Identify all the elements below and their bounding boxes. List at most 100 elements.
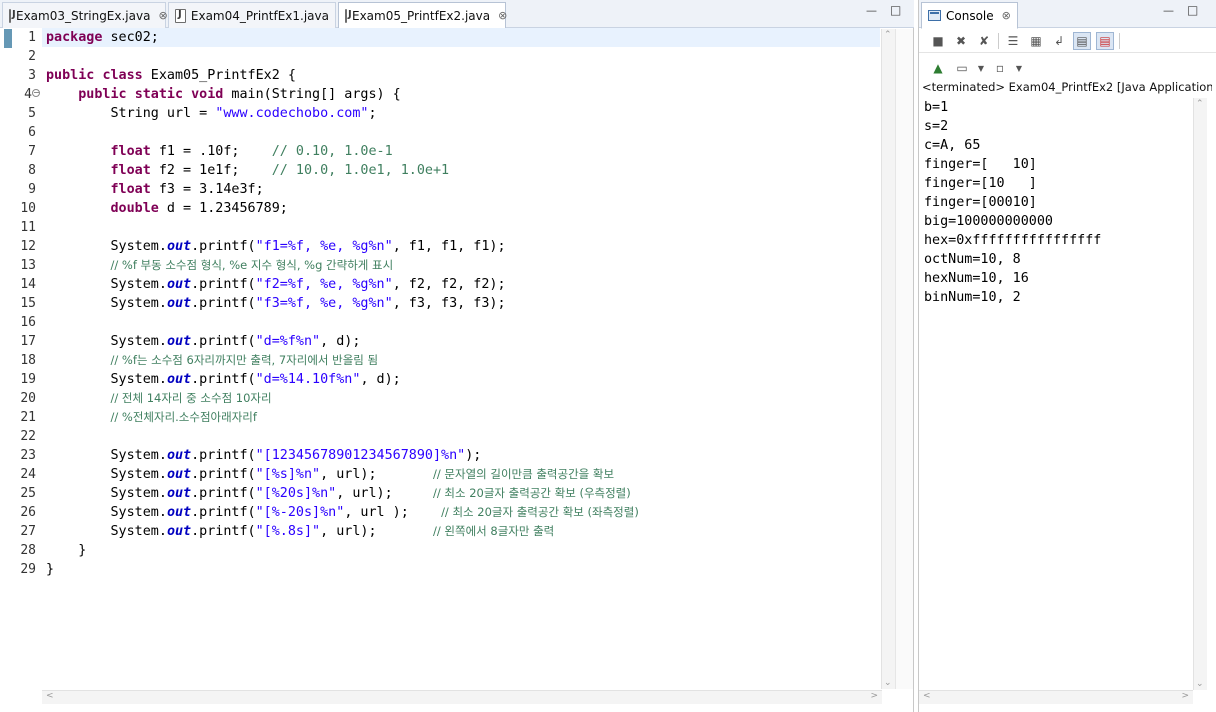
scroll-down-icon[interactable]: ⌄ <box>884 678 892 688</box>
tab-exam04[interactable]: Exam04_PrintfEx1.java <box>168 2 336 28</box>
code-line-1[interactable]: package sec02; <box>46 28 882 47</box>
line-number: 7 <box>28 144 36 159</box>
code-line-17[interactable]: System.out.printf("d=%f%n", d); <box>46 332 882 351</box>
code-editor[interactable]: package sec02; public class Exam05_Print… <box>46 28 882 579</box>
code-line-27[interactable]: System.out.printf("[%.8s]", url); // 왼쪽에… <box>46 522 882 541</box>
line-number: 21 <box>20 410 36 425</box>
chevron-down-icon[interactable]: ▼ <box>977 59 985 77</box>
code-line-23[interactable]: System.out.printf("[12345678901234567890… <box>46 446 882 465</box>
scroll-up-icon[interactable]: ⌃ <box>1196 99 1204 109</box>
code-line-24[interactable]: System.out.printf("[%s]%n", url); // 문자열… <box>46 465 882 484</box>
remove-launch-icon[interactable]: ✖ <box>952 32 970 50</box>
code-line-26[interactable]: System.out.printf("[%-20s]%n", url ); //… <box>46 503 882 522</box>
close-icon[interactable]: ⊗ <box>498 9 507 22</box>
tab-exam05[interactable]: Exam05_PrintfEx2.java ⊗ <box>338 2 507 29</box>
code-line-22[interactable] <box>46 427 882 446</box>
line-number: 6 <box>28 125 36 140</box>
editor-horizontal-scrollbar[interactable]: < > <box>42 690 882 704</box>
fold-collapse-icon[interactable]: − <box>32 89 40 97</box>
editor-tab-bar: Exam03_StringEx.java ⊗ Exam04_PrintfEx1.… <box>0 0 914 29</box>
console-line: b=1 <box>924 100 949 115</box>
display-selected-console-icon[interactable]: ▭ <box>953 59 971 77</box>
console-line: c=A, 65 <box>924 138 981 153</box>
close-icon[interactable]: ⊗ <box>1002 9 1011 22</box>
clear-console-icon[interactable]: ☰ <box>1004 32 1022 50</box>
code-line-13[interactable]: // %f 부동 소수점 형식, %e 지수 형식, %g 간략하게 표시 <box>46 256 882 275</box>
console-line: finger=[ 10] <box>924 157 1037 172</box>
toolbar-separator <box>998 32 999 49</box>
line-number-gutter: 1 2 3 4 5 6 7 8 9 10 11 12 13 14 15 16 1… <box>0 28 36 579</box>
close-icon[interactable]: ⊗ <box>158 9 167 22</box>
line-number: 9 <box>28 182 36 197</box>
line-number: 28 <box>20 543 36 558</box>
code-line-9[interactable]: float f3 = 3.14e3f; <box>46 180 882 199</box>
show-on-stderr-icon[interactable]: ▤ <box>1096 31 1114 50</box>
console-line: hexNum=10, 16 <box>924 271 1029 286</box>
line-number: 27 <box>20 524 36 539</box>
code-line-5[interactable]: String url = "www.codechobo.com"; <box>46 104 882 123</box>
line-number: 14 <box>20 277 36 292</box>
code-line-12[interactable]: System.out.printf("f1=%f, %e, %g%n", f1,… <box>46 237 882 256</box>
line-number: 20 <box>20 391 36 406</box>
show-on-stdout-icon[interactable]: ▤ <box>1073 31 1091 50</box>
line-number: 23 <box>20 448 36 463</box>
java-file-icon <box>9 8 16 23</box>
minimize-icon[interactable]: — <box>1163 4 1174 17</box>
code-line-20[interactable]: // 전체 14자리 중 소수점 10자리 <box>46 389 882 408</box>
console-toolbar-2: ▲ ▭ ▼ ▫ ▼ <box>919 56 1216 80</box>
chevron-down-icon[interactable]: ▼ <box>1015 59 1023 77</box>
code-line-4[interactable]: public static void main(String[] args) { <box>46 85 882 104</box>
line-number: 26 <box>20 505 36 520</box>
console-horizontal-scrollbar[interactable]: < > <box>919 690 1193 704</box>
code-line-16[interactable] <box>46 313 882 332</box>
editor-vertical-scrollbar[interactable]: ⌃ ⌄ <box>881 29 895 689</box>
code-line-7[interactable]: float f1 = .10f; // 0.10, 1.0e-1 <box>46 142 882 161</box>
code-line-19[interactable]: System.out.printf("d=%14.10f%n", d); <box>46 370 882 389</box>
console-vertical-scrollbar[interactable]: ⌃ ⌄ <box>1193 98 1207 690</box>
console-toolbar: ■ ✖ ✘ ☰ ▦ ↲ ▤ ▤ <box>919 29 1216 53</box>
code-line-21[interactable]: // %전체자리.소수점아래자리f <box>46 408 882 427</box>
scroll-left-icon[interactable]: < <box>46 691 54 701</box>
tab-exam03[interactable]: Exam03_StringEx.java ⊗ <box>2 2 168 28</box>
code-line-2[interactable] <box>46 47 882 66</box>
pin-console-icon[interactable]: ▲ <box>929 59 947 77</box>
tab-label: Exam04_PrintfEx1.java <box>190 8 329 23</box>
code-line-6[interactable] <box>46 123 882 142</box>
line-number: 15 <box>20 296 36 311</box>
scroll-right-icon[interactable]: > <box>870 691 878 701</box>
console-status: <terminated> Exam04_PrintfEx2 [Java Appl… <box>922 80 1212 94</box>
console-line: hex=0xffffffffffffffff <box>924 233 1102 248</box>
code-line-3[interactable]: public class Exam05_PrintfEx2 { <box>46 66 882 85</box>
code-line-28[interactable]: } <box>46 541 882 560</box>
java-file-icon <box>175 8 186 23</box>
code-line-29[interactable]: } <box>46 560 882 579</box>
console-tab-label: Console <box>946 8 994 23</box>
line-number: 1 <box>28 30 36 45</box>
code-line-14[interactable]: System.out.printf("f2=%f, %e, %g%n", f2,… <box>46 275 882 294</box>
line-number: 29 <box>20 562 36 577</box>
scroll-up-icon[interactable]: ⌃ <box>884 30 892 40</box>
word-wrap-icon[interactable]: ↲ <box>1050 32 1068 50</box>
scroll-right-icon[interactable]: > <box>1181 691 1189 701</box>
scroll-lock-icon[interactable]: ▦ <box>1027 32 1045 50</box>
maximize-icon[interactable]: □ <box>1187 3 1198 17</box>
terminate-icon[interactable]: ■ <box>929 32 947 50</box>
code-line-15[interactable]: System.out.printf("f3=%f, %e, %g%n", f3,… <box>46 294 882 313</box>
minimize-icon[interactable]: — <box>866 4 877 17</box>
scroll-left-icon[interactable]: < <box>923 691 931 701</box>
scroll-down-icon[interactable]: ⌄ <box>1196 679 1204 689</box>
maximize-icon[interactable]: □ <box>890 3 901 17</box>
console-output[interactable]: b=1 s=2 c=A, 65 finger=[ 10] finger=[10 … <box>924 98 1194 307</box>
line-number: 11 <box>20 220 36 235</box>
remove-all-launches-icon[interactable]: ✘ <box>975 32 993 50</box>
code-line-11[interactable] <box>46 218 882 237</box>
line-number: 12 <box>20 239 36 254</box>
tab-console[interactable]: Console ⊗ <box>921 2 1018 29</box>
open-console-icon[interactable]: ▫ <box>991 59 1009 77</box>
console-icon <box>928 10 941 21</box>
code-line-8[interactable]: float f2 = 1e1f; // 10.0, 1.0e1, 1.0e+1 <box>46 161 882 180</box>
code-line-10[interactable]: double d = 1.23456789; <box>46 199 882 218</box>
code-line-25[interactable]: System.out.printf("[%20s]%n", url); // 최… <box>46 484 882 503</box>
line-number: 19 <box>20 372 36 387</box>
code-line-18[interactable]: // %f는 소수점 6자리까지만 출력, 7자리에서 반올림 됨 <box>46 351 882 370</box>
